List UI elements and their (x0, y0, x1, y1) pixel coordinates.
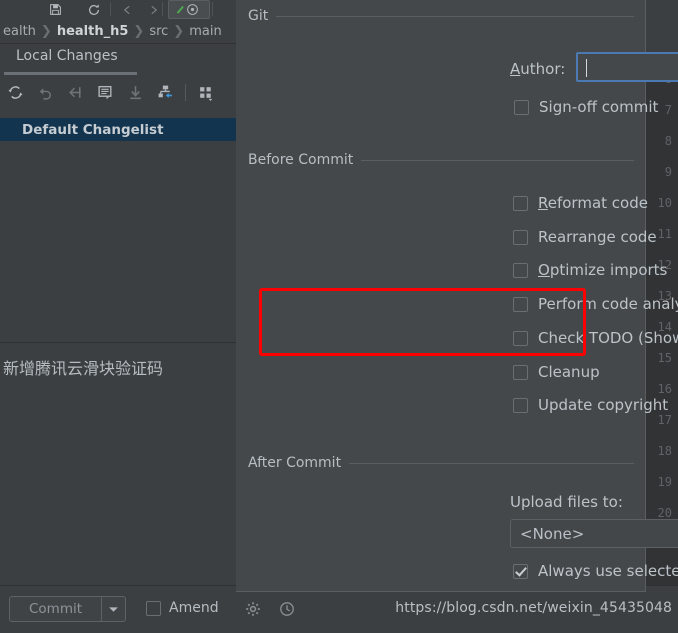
editor-line-number: 18 (657, 444, 672, 458)
section-header-after-commit: After Commit (248, 455, 634, 471)
sync-icon[interactable] (85, 1, 103, 18)
editor-line-number: 8 (664, 134, 672, 148)
optimize-imports-checkbox[interactable] (513, 262, 528, 278)
editor-line-number: 10 (657, 196, 672, 210)
section-title-after-commit: After Commit (248, 455, 342, 471)
editor-line-number: 15 (657, 351, 672, 365)
commit-message-text[interactable]: 新增腾讯云滑块验证码 (0, 355, 236, 379)
chevron-right-icon: ❯ (173, 23, 185, 39)
update-copyright-row[interactable]: Update copyright (513, 396, 668, 414)
breadcrumb-item-2[interactable]: src (146, 24, 171, 39)
signoff-commit-label: Sign-off commit (539, 98, 659, 116)
changelist-label: Default Changelist (22, 121, 164, 138)
chevron-right-icon: ❯ (40, 23, 52, 39)
author-label-rest: uthor: (520, 60, 566, 78)
watermark-url: https://blog.csdn.net/weixin_45435048 (395, 600, 672, 616)
editor-line-number: 19 (657, 475, 672, 489)
check-todo-checkbox[interactable] (513, 330, 528, 346)
group-by-icon[interactable] (150, 78, 180, 106)
section-rule (276, 15, 634, 17)
reformat-code-checkbox[interactable] (513, 195, 528, 211)
rearrange-code-label: Rearrange code (538, 228, 657, 246)
refresh-icon[interactable] (0, 78, 30, 106)
editor-line-number: 17 (657, 413, 672, 427)
clock-icon[interactable] (277, 599, 297, 619)
rearrange-code-checkbox[interactable] (513, 229, 528, 245)
update-copyright-checkbox[interactable] (513, 397, 528, 413)
breadcrumb-item-0[interactable]: ealth (0, 24, 39, 39)
commit-settings-dialog: Git Author: Sign-off commit Before Commi… (236, 0, 678, 592)
reformat-code-label: Reformat code (538, 194, 648, 212)
forward-arrow-icon[interactable] (145, 1, 163, 18)
cleanup-label: Cleanup (538, 363, 600, 381)
panel-divider (0, 342, 236, 343)
panel-tabbar: Local Changes (0, 44, 236, 75)
editor-tabbar (646, 19, 678, 45)
author-label: Author: (510, 60, 565, 78)
cleanup-checkbox[interactable] (513, 364, 528, 380)
commit-button[interactable]: Commit (9, 596, 102, 622)
get-from-vcs-icon[interactable] (120, 78, 150, 106)
amend-label: Amend (169, 600, 219, 616)
editor-line-number: 16 (657, 382, 672, 396)
always-use-server-label: Always use selected server or group of s… (538, 562, 678, 580)
perform-code-analysis-row[interactable]: Perform code analysis (513, 295, 678, 313)
author-label-mnemonic: A (510, 60, 521, 78)
editor-line-number: 9 (664, 165, 672, 179)
signoff-commit-row[interactable]: Sign-off commit (514, 98, 658, 116)
commit-message-icon[interactable] (90, 78, 120, 106)
breadcrumb-item-3[interactable]: main (186, 24, 224, 39)
section-title-git: Git (248, 8, 269, 24)
always-use-server-row[interactable]: Always use selected server or group of s… (513, 562, 678, 580)
amend-checkbox[interactable] (146, 600, 161, 616)
local-changes-panel: Local Changes Default Changelist 新增腾讯云滑块… (0, 44, 236, 632)
signoff-commit-checkbox[interactable] (514, 99, 529, 115)
more-options-icon[interactable] (191, 78, 221, 106)
section-rule (361, 159, 634, 161)
always-use-server-checkbox[interactable] (513, 563, 528, 579)
section-title-before-commit: Before Commit (248, 152, 354, 168)
text-caret (586, 59, 587, 77)
amend-checkbox-row[interactable]: Amend (146, 600, 219, 616)
rearrange-code-row[interactable]: Rearrange code (513, 228, 657, 246)
author-input[interactable] (576, 52, 678, 82)
changelist-row-default[interactable]: Default Changelist (0, 118, 236, 141)
upload-server-value: <None> (520, 524, 585, 543)
breadcrumb-item-1[interactable]: health_h5 (54, 24, 132, 39)
optimize-imports-label: Optimize imports (538, 261, 668, 279)
save-all-icon[interactable] (46, 1, 64, 18)
check-todo-label: Check TODO (Show All) (538, 329, 678, 347)
section-rule (349, 462, 634, 464)
editor-gutter: 6789101112131415161718192021 (646, 66, 678, 585)
tab-local-changes[interactable]: Local Changes (16, 48, 118, 64)
update-copyright-label: Update copyright (538, 396, 669, 414)
perform-code-analysis-checkbox[interactable] (513, 296, 528, 312)
upload-server-select[interactable]: <None> (510, 519, 678, 548)
section-header-before-commit: Before Commit (248, 152, 634, 168)
screen-root: ealth ❯ health_h5 ❯ src ❯ main Local Cha… (0, 0, 678, 633)
back-arrow-icon[interactable] (118, 1, 136, 18)
tab-underline (4, 72, 137, 75)
run-with-coverage-button[interactable] (168, 0, 210, 19)
upload-files-label: Upload files to: (510, 493, 623, 511)
rollback-icon[interactable] (30, 78, 60, 106)
commit-dropdown-button[interactable] (102, 596, 126, 622)
reformat-code-row[interactable]: Reformat code (513, 194, 648, 212)
vcs-toolbar (0, 77, 236, 107)
cleanup-row[interactable]: Cleanup (513, 363, 600, 381)
check-todo-row[interactable]: Check TODO (Show All) Configure (513, 329, 678, 347)
shelve-silently-icon[interactable] (60, 78, 90, 106)
editor-line-number: 20 (657, 506, 672, 520)
section-header-git: Git (248, 8, 634, 24)
perform-code-analysis-label: Perform code analysis (538, 295, 678, 313)
chevron-right-icon: ❯ (133, 23, 145, 39)
gear-icon[interactable] (243, 599, 263, 619)
optimize-imports-row[interactable]: Optimize imports (513, 261, 667, 279)
